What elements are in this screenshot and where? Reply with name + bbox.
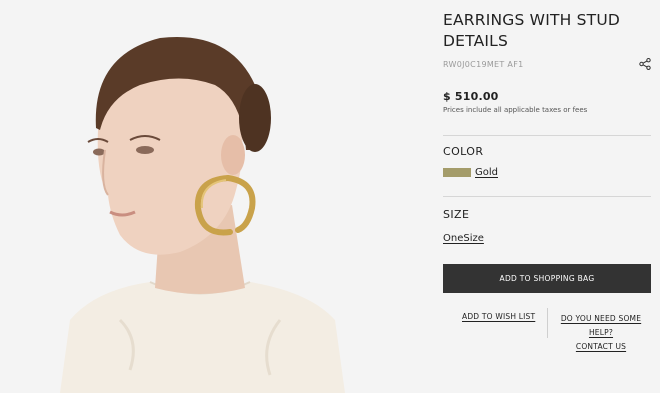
color-swatch[interactable] xyxy=(443,168,471,177)
model-wearing-earring-illustration xyxy=(0,0,400,393)
product-sku: RW0J0C19MET AF1 xyxy=(443,60,524,69)
color-option-gold[interactable]: Gold xyxy=(443,167,498,178)
color-label: COLOR xyxy=(443,145,484,158)
vertical-divider xyxy=(547,308,548,338)
add-to-shopping-bag-button[interactable]: ADD TO SHOPPING BAG xyxy=(443,264,651,293)
share-icon[interactable] xyxy=(639,55,651,71)
product-info-panel: EARRINGS WITH STUD DETAILS RW0J0C19MET A… xyxy=(443,10,653,351)
product-price: $ 510.00 xyxy=(443,90,499,103)
help-block: DO YOU NEED SOME HELP? CONTACT US xyxy=(550,312,652,354)
product-image[interactable] xyxy=(0,0,400,393)
tax-note: Prices include all applicable taxes or f… xyxy=(443,106,588,114)
add-to-wish-list-link[interactable]: ADD TO WISH LIST xyxy=(462,312,535,321)
product-title: EARRINGS WITH STUD DETAILS xyxy=(443,11,621,50)
size-label: SIZE xyxy=(443,208,470,221)
divider xyxy=(443,196,651,197)
divider xyxy=(443,135,651,136)
size-option-onesize[interactable]: OneSize xyxy=(443,233,484,244)
color-option-label[interactable]: Gold xyxy=(475,167,498,178)
contact-us-link[interactable]: CONTACT US xyxy=(550,340,652,354)
help-question-link[interactable]: DO YOU NEED SOME HELP? xyxy=(550,312,652,340)
